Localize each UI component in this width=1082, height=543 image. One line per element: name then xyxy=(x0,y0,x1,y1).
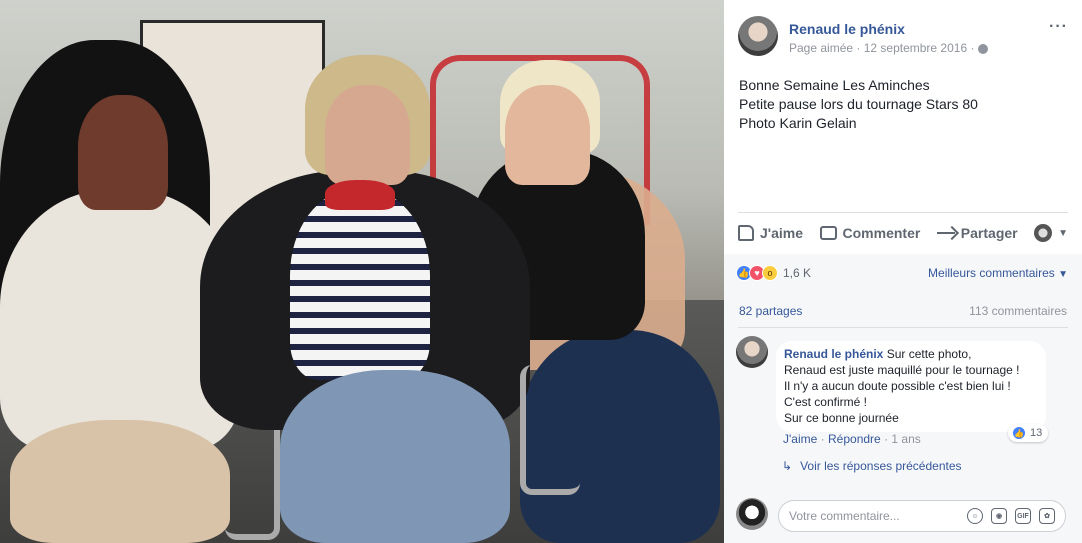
separator-dot: · xyxy=(820,432,825,446)
gif-icon[interactable]: GIF xyxy=(1015,508,1031,524)
comments-count[interactable]: 113 commentaires xyxy=(969,304,1067,318)
post-stats: 82 partages 113 commentaires xyxy=(739,304,1067,318)
post-text-line: Photo Karin Gelain xyxy=(739,115,857,131)
view-replies-label: Voir les réponses précédentes xyxy=(800,459,962,473)
comment-timestamp[interactable]: 1 ans xyxy=(891,432,920,446)
post-text-line: Bonne Semaine Les Aminches xyxy=(739,77,930,93)
camera-icon[interactable]: ◉ xyxy=(991,508,1007,524)
comment-sort-dropdown[interactable]: Meilleurs commentaires ▼ xyxy=(928,266,1068,280)
share-arrow-icon xyxy=(936,232,955,234)
chair-right xyxy=(520,365,580,495)
like-button[interactable]: J'aime xyxy=(738,225,803,241)
viewer-avatar xyxy=(736,498,768,530)
reactions-summary[interactable]: 👍 ♥ o 1,6 K xyxy=(736,265,811,281)
author-name[interactable]: Renaud le phénix xyxy=(789,21,905,37)
post-header: Renaud le phénix Page aimée · 12 septemb… xyxy=(738,16,1068,60)
thumbs-up-icon xyxy=(738,225,754,241)
author-avatar[interactable] xyxy=(738,16,778,56)
like-reaction-icon: 👍 xyxy=(1012,426,1026,440)
comment-actions: J'aime · Répondre · 1 ans xyxy=(783,432,921,446)
comment-line: Renaud est juste maquillé pour le tourna… xyxy=(784,363,1020,377)
man-red-scarf xyxy=(325,180,395,210)
comment-composer: Votre commentaire... ☺ ◉ GIF ✿ xyxy=(736,498,1066,532)
woman-right-face xyxy=(505,85,590,185)
separator-dot: · xyxy=(884,432,889,446)
wow-reaction-icon: o xyxy=(762,265,778,281)
comment-line: Sur cette photo, xyxy=(886,347,972,361)
view-previous-replies-link[interactable]: ↳ Voir les réponses précédentes xyxy=(782,459,962,473)
post-meta-text[interactable]: Page aimée · 12 septembre 2016 · xyxy=(789,41,974,55)
more-options-icon[interactable]: ··· xyxy=(1049,18,1068,36)
comment-input-placeholder: Votre commentaire... xyxy=(789,509,900,523)
divider xyxy=(738,327,1068,328)
comment-sort-label: Meilleurs commentaires xyxy=(928,266,1055,280)
post-meta: Page aimée · 12 septembre 2016 · xyxy=(789,41,989,55)
reactions-count: 1,6 K xyxy=(783,266,812,280)
globe-icon xyxy=(978,43,989,54)
divider xyxy=(738,212,1068,213)
comment-like-link[interactable]: J'aime xyxy=(783,432,817,446)
post-as-selector[interactable]: ▼ xyxy=(1034,224,1068,242)
man-jeans xyxy=(280,370,510,543)
comment-input[interactable]: Votre commentaire... ☺ ◉ GIF ✿ xyxy=(778,500,1066,532)
post-actions: J'aime Commenter Partager ▼ xyxy=(738,218,1068,248)
chevron-down-icon: ▼ xyxy=(1058,269,1068,280)
reply-arrow-icon: ↳ xyxy=(782,459,793,473)
speech-bubble-icon xyxy=(819,226,837,240)
comment-button[interactable]: Commenter xyxy=(819,225,921,241)
page-avatar-icon xyxy=(1034,224,1053,242)
chevron-down-icon: ▼ xyxy=(1058,227,1068,239)
commenter-name[interactable]: Renaud le phénix xyxy=(784,347,883,361)
comment-like-count: 13 xyxy=(1030,427,1043,439)
facebook-photo-viewer: Renaud le phénix Page aimée · 12 septemb… xyxy=(0,0,1082,543)
share-label: Partager xyxy=(960,225,1018,241)
post-text-line: Petite pause lors du tournage Stars 80 xyxy=(739,96,978,112)
shares-count[interactable]: 82 partages xyxy=(739,304,802,318)
sticker-icon[interactable]: ✿ xyxy=(1039,508,1055,524)
like-label: J'aime xyxy=(760,225,804,241)
comment-likes-badge[interactable]: 👍 13 xyxy=(1008,424,1049,442)
post-photo[interactable] xyxy=(0,0,724,543)
comments-section: 👍 ♥ o 1,6 K Meilleurs commentaires ▼ 82 … xyxy=(724,254,1082,543)
comment-line: C'est confirmé ! xyxy=(784,395,867,409)
comment-bubble: Renaud le phénix Sur cette photo, Renaud… xyxy=(776,341,1046,432)
emoji-icon[interactable]: ☺ xyxy=(967,508,983,524)
woman-left-face xyxy=(78,95,168,210)
comment-reply-link[interactable]: Répondre xyxy=(828,432,881,446)
man-face xyxy=(325,85,410,185)
comment-line: Sur ce bonne journée xyxy=(784,411,899,425)
post-sidebar: Renaud le phénix Page aimée · 12 septemb… xyxy=(724,0,1082,543)
comment-label: Commenter xyxy=(842,225,921,241)
man-striped-shirt xyxy=(290,190,430,380)
commenter-avatar[interactable] xyxy=(736,336,768,368)
woman-left-legs xyxy=(10,420,230,543)
post-text: Bonne Semaine Les Aminches Petite pause … xyxy=(739,76,1059,133)
comment-line: Il n'y a aucun doute possible c'est bien… xyxy=(784,379,1011,393)
share-button[interactable]: Partager xyxy=(936,225,1018,241)
